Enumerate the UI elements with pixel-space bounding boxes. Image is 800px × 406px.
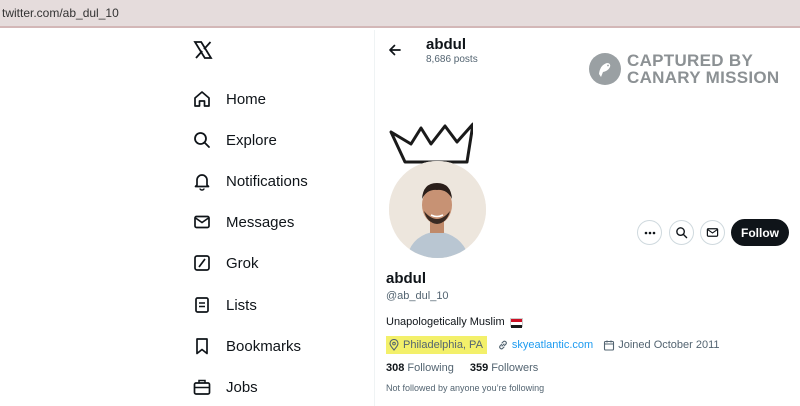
following-label: Following	[407, 362, 454, 374]
profile-meta: Philadelphia, PA skyeatlantic.com Joined…	[386, 336, 720, 354]
website-link[interactable]: skyeatlantic.com	[512, 339, 593, 351]
location-pin-icon	[389, 339, 399, 351]
joined-date: Joined October 2011	[618, 339, 720, 351]
profile-column: abdul 8,686 posts CAPTURED BY CANARY MIS…	[375, 30, 800, 406]
bell-icon	[192, 171, 212, 191]
back-arrow-icon[interactable]	[387, 42, 403, 58]
profile-stats: 308 Following 359 Followers	[386, 362, 538, 374]
profile-name: abdul	[386, 270, 426, 287]
nav-grok-label: Grok	[226, 254, 259, 272]
egypt-flag-icon	[509, 317, 523, 328]
nav-explore-label: Explore	[226, 131, 277, 149]
nav-jobs-label: Jobs	[226, 378, 258, 396]
nav-notifications-label: Notifications	[226, 172, 308, 190]
followers-link[interactable]: 359 Followers	[470, 362, 538, 374]
nav-home-label: Home	[226, 90, 267, 108]
avatar[interactable]	[389, 161, 486, 258]
envelope-icon	[192, 212, 212, 232]
nav-grok[interactable]: Grok	[192, 248, 259, 278]
nav-bookmarks[interactable]: Bookmarks	[192, 331, 301, 361]
home-icon	[192, 89, 212, 109]
search-icon	[676, 227, 688, 239]
nav-messages-label: Messages	[226, 213, 295, 231]
location: Philadelphia, PA	[386, 336, 487, 354]
left-sidebar: Home Explore Notifications Messages Grok…	[0, 30, 374, 406]
briefcase-icon	[192, 377, 212, 397]
location-text: Philadelphia, PA	[403, 339, 483, 351]
header-post-count: 8,686 posts	[426, 54, 478, 65]
following-count: 308	[386, 362, 405, 374]
nav-home[interactable]: Home	[192, 84, 266, 114]
watermark-line-2: CANARY MISSION	[627, 68, 780, 87]
header-name: abdul	[426, 36, 466, 53]
browser-url-bar[interactable]: twitter.com/ab_dul_10	[0, 0, 800, 28]
follow-button[interactable]: Follow	[731, 219, 789, 246]
watermark-line-1: CAPTURED BY	[627, 51, 754, 70]
more-dots-icon	[644, 231, 655, 234]
following-link[interactable]: 308 Following	[386, 362, 454, 374]
followers-count: 359	[469, 362, 489, 374]
search-icon	[192, 130, 212, 150]
nav-explore[interactable]: Explore	[192, 125, 277, 155]
nav-lists-label: Lists	[226, 296, 257, 314]
bio-text: Unapologetically Muslim	[386, 316, 505, 328]
list-icon	[192, 295, 212, 315]
grok-icon	[192, 253, 212, 273]
message-button[interactable]	[700, 220, 725, 245]
nav-jobs[interactable]: Jobs	[192, 372, 258, 402]
nav-messages[interactable]: Messages	[192, 207, 294, 237]
search-profile-button[interactable]	[669, 220, 694, 245]
envelope-icon	[706, 228, 719, 237]
bookmark-icon	[192, 336, 212, 356]
x-logo-icon[interactable]	[193, 40, 213, 60]
not-followed-note: Not followed by anyone you’re following	[386, 383, 545, 393]
url-text: twitter.com/ab_dul_10	[2, 6, 119, 20]
profile-handle: @ab_dul_10	[386, 290, 449, 302]
canary-logo-icon	[589, 53, 621, 85]
nav-lists[interactable]: Lists	[192, 290, 257, 320]
link-icon	[499, 340, 507, 350]
watermark: CAPTURED BY CANARY MISSION	[589, 52, 780, 86]
followers-label: Followers	[491, 362, 539, 374]
calendar-icon	[604, 340, 615, 351]
profile-bio: Unapologetically Muslim	[386, 316, 523, 328]
more-button[interactable]	[637, 220, 662, 245]
nav-bookmarks-label: Bookmarks	[226, 337, 302, 355]
nav-notifications[interactable]: Notifications	[192, 166, 308, 196]
